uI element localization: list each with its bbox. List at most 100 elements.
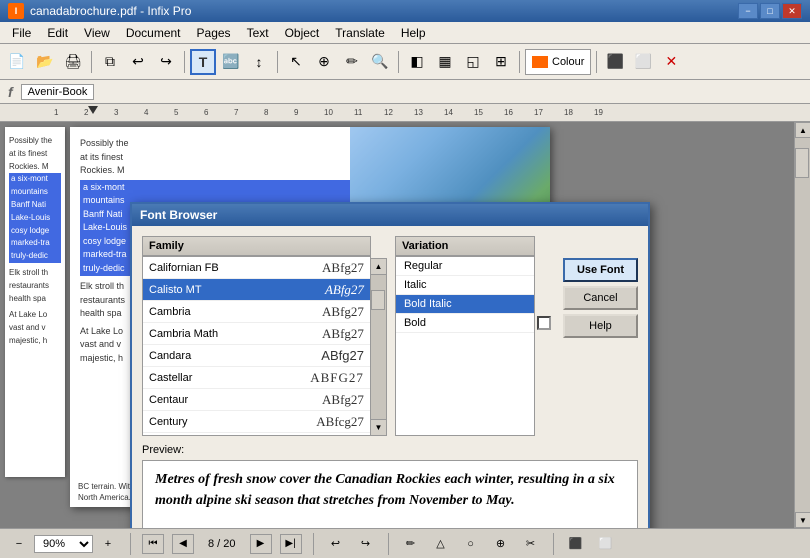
var-italic[interactable]: Italic [396, 276, 534, 295]
scroll-up-btn[interactable]: ▲ [795, 122, 810, 138]
app-icon: I [8, 3, 24, 19]
fam-scroll-thumb[interactable] [371, 290, 385, 310]
font-row-candara[interactable]: Candara ABfg27 [143, 345, 370, 367]
tb-btn-15[interactable]: ⬛ [602, 49, 628, 75]
menu-pages[interactable]: Pages [189, 24, 239, 42]
zoom-in-btn[interactable]: + [97, 534, 119, 554]
font-name-display[interactable]: Avenir-Book [21, 84, 95, 100]
preview-box: Metres of fresh snow cover the Canadian … [142, 460, 638, 528]
font-name-californian: Californian FB [149, 262, 322, 274]
tb-btn-13[interactable]: ◱ [460, 49, 486, 75]
scroll-track [795, 138, 810, 512]
var-regular[interactable]: Regular [396, 257, 534, 276]
nav-prev-btn[interactable]: ◀ [172, 534, 194, 554]
tb-btn-3[interactable]: ↪ [153, 49, 179, 75]
font-name-candara: Candara [149, 350, 321, 362]
menu-object[interactable]: Object [277, 24, 328, 42]
tb-btn-10[interactable]: 🔍 [367, 49, 393, 75]
status-btn-7[interactable]: ✂ [520, 534, 542, 554]
menu-translate[interactable]: Translate [327, 24, 393, 42]
help-button[interactable]: Help [563, 314, 638, 338]
status-btn-3[interactable]: ✏ [400, 534, 422, 554]
doc-area[interactable]: Possibly the at its finest Rockies. M a … [0, 122, 810, 528]
var-bold[interactable]: Bold [396, 314, 534, 333]
tb-btn-9[interactable]: ✏ [339, 49, 365, 75]
zoom-select[interactable]: 90% 100% 75% 50% 125% [34, 535, 93, 553]
ruler-marker [88, 106, 98, 114]
open-button[interactable]: 📂 [32, 49, 58, 75]
menu-document[interactable]: Document [118, 24, 189, 42]
font-name-centaur: Centaur [149, 394, 322, 406]
right-scrollbar[interactable]: ▲ ▼ [794, 122, 810, 528]
fam-scroll-track [371, 275, 386, 419]
arrow-tool[interactable]: ↖ [283, 49, 309, 75]
colour-button[interactable]: Colour [525, 49, 591, 75]
font-family-list[interactable]: Californian FB ABfg27 Calisto MT ABfg27 … [142, 256, 371, 436]
menu-view[interactable]: View [76, 24, 118, 42]
family-panel: Family Californian FB ABfg27 Calisto MT … [142, 236, 387, 436]
separator-4 [398, 51, 399, 73]
menu-text[interactable]: Text [239, 24, 277, 42]
separator-1 [91, 51, 92, 73]
status-btn-9[interactable]: ⬜ [595, 534, 617, 554]
use-font-button[interactable]: Use Font [563, 258, 638, 282]
toolbar: 📄 📂 🖨 ⧉ ↩ ↪ T 🔤 ↕ ↖ ⊕ ✏ 🔍 ◧ ▦ ◱ ⊞ Colour… [0, 44, 810, 80]
status-btn-1[interactable]: ↩ [325, 534, 347, 554]
tb-btn-8[interactable]: ⊕ [311, 49, 337, 75]
cancel-button[interactable]: Cancel [563, 286, 638, 310]
tb-btn-6[interactable]: ↕ [246, 49, 272, 75]
font-row-castellar[interactable]: Castellar ABFG27 [143, 367, 370, 389]
scroll-down-btn[interactable]: ▼ [795, 512, 810, 528]
nav-play-btn[interactable]: ▶ [250, 534, 272, 554]
menu-file[interactable]: File [4, 24, 39, 42]
menu-help[interactable]: Help [393, 24, 434, 42]
tb-btn-11[interactable]: ◧ [404, 49, 430, 75]
variation-header: Variation [395, 236, 535, 256]
dialog-title: Font Browser [140, 208, 217, 222]
scroll-thumb[interactable] [795, 148, 809, 178]
font-row-century[interactable]: Century ABfcg27 [143, 411, 370, 433]
dialog-main: Family Californian FB ABfg27 Calisto MT … [142, 236, 638, 436]
maximize-button[interactable]: □ [760, 3, 780, 19]
font-row-cambria[interactable]: Cambria ABfg27 [143, 301, 370, 323]
tb-btn-14[interactable]: ⊞ [488, 49, 514, 75]
print-button[interactable]: 🖨 [60, 49, 86, 75]
fam-scroll-down[interactable]: ▼ [371, 419, 386, 435]
nav-next-btn[interactable]: ▶| [280, 534, 302, 554]
font-row-calisto[interactable]: Calisto MT ABfg27 [143, 279, 370, 301]
font-preview-cambria-math: ABfg27 [322, 326, 364, 342]
variation-list[interactable]: Regular Italic Bold Italic Bold [395, 256, 535, 436]
fam-scroll-up[interactable]: ▲ [371, 259, 386, 275]
copy-button[interactable]: ⧉ [97, 49, 123, 75]
var-checkbox[interactable] [537, 316, 551, 330]
separator-5 [519, 51, 520, 73]
new-button[interactable]: 📄 [4, 49, 30, 75]
status-btn-5[interactable]: ○ [460, 534, 482, 554]
tb-btn-5[interactable]: 🔤 [218, 49, 244, 75]
status-btn-4[interactable]: △ [430, 534, 452, 554]
dialog-title-bar: Font Browser [132, 204, 648, 226]
text-tool[interactable]: T [190, 49, 216, 75]
zoom-out-btn[interactable]: − [8, 534, 30, 554]
font-row-californian[interactable]: Californian FB ABfg27 [143, 257, 370, 279]
font-row-centaur[interactable]: Centaur ABfg27 [143, 389, 370, 411]
close-button[interactable]: ✕ [782, 3, 802, 19]
nav-first-btn[interactable]: ⏮ [142, 534, 164, 554]
status-btn-2[interactable]: ↪ [355, 534, 377, 554]
menu-edit[interactable]: Edit [39, 24, 76, 42]
main-area: Possibly the at its finest Rockies. M a … [0, 122, 810, 528]
var-bold-italic[interactable]: Bold Italic [396, 295, 534, 314]
tb-btn-17[interactable]: ✕ [658, 49, 684, 75]
status-btn-6[interactable]: ⊕ [490, 534, 512, 554]
minimize-button[interactable]: − [738, 3, 758, 19]
family-scrollbar[interactable]: ▲ ▼ [371, 258, 387, 436]
tb-btn-16[interactable]: ⬜ [630, 49, 656, 75]
tb-btn-2[interactable]: ↩ [125, 49, 151, 75]
status-btn-8[interactable]: ⬛ [565, 534, 587, 554]
font-row-cambria-math[interactable]: Cambria Math ABfg27 [143, 323, 370, 345]
status-sep-1 [130, 533, 131, 555]
status-sep-4 [553, 533, 554, 555]
variation-panel: Variation Regular Italic Bold Italic Bol… [395, 236, 555, 436]
font-preview-candara: ABfg27 [321, 348, 364, 363]
tb-btn-12[interactable]: ▦ [432, 49, 458, 75]
